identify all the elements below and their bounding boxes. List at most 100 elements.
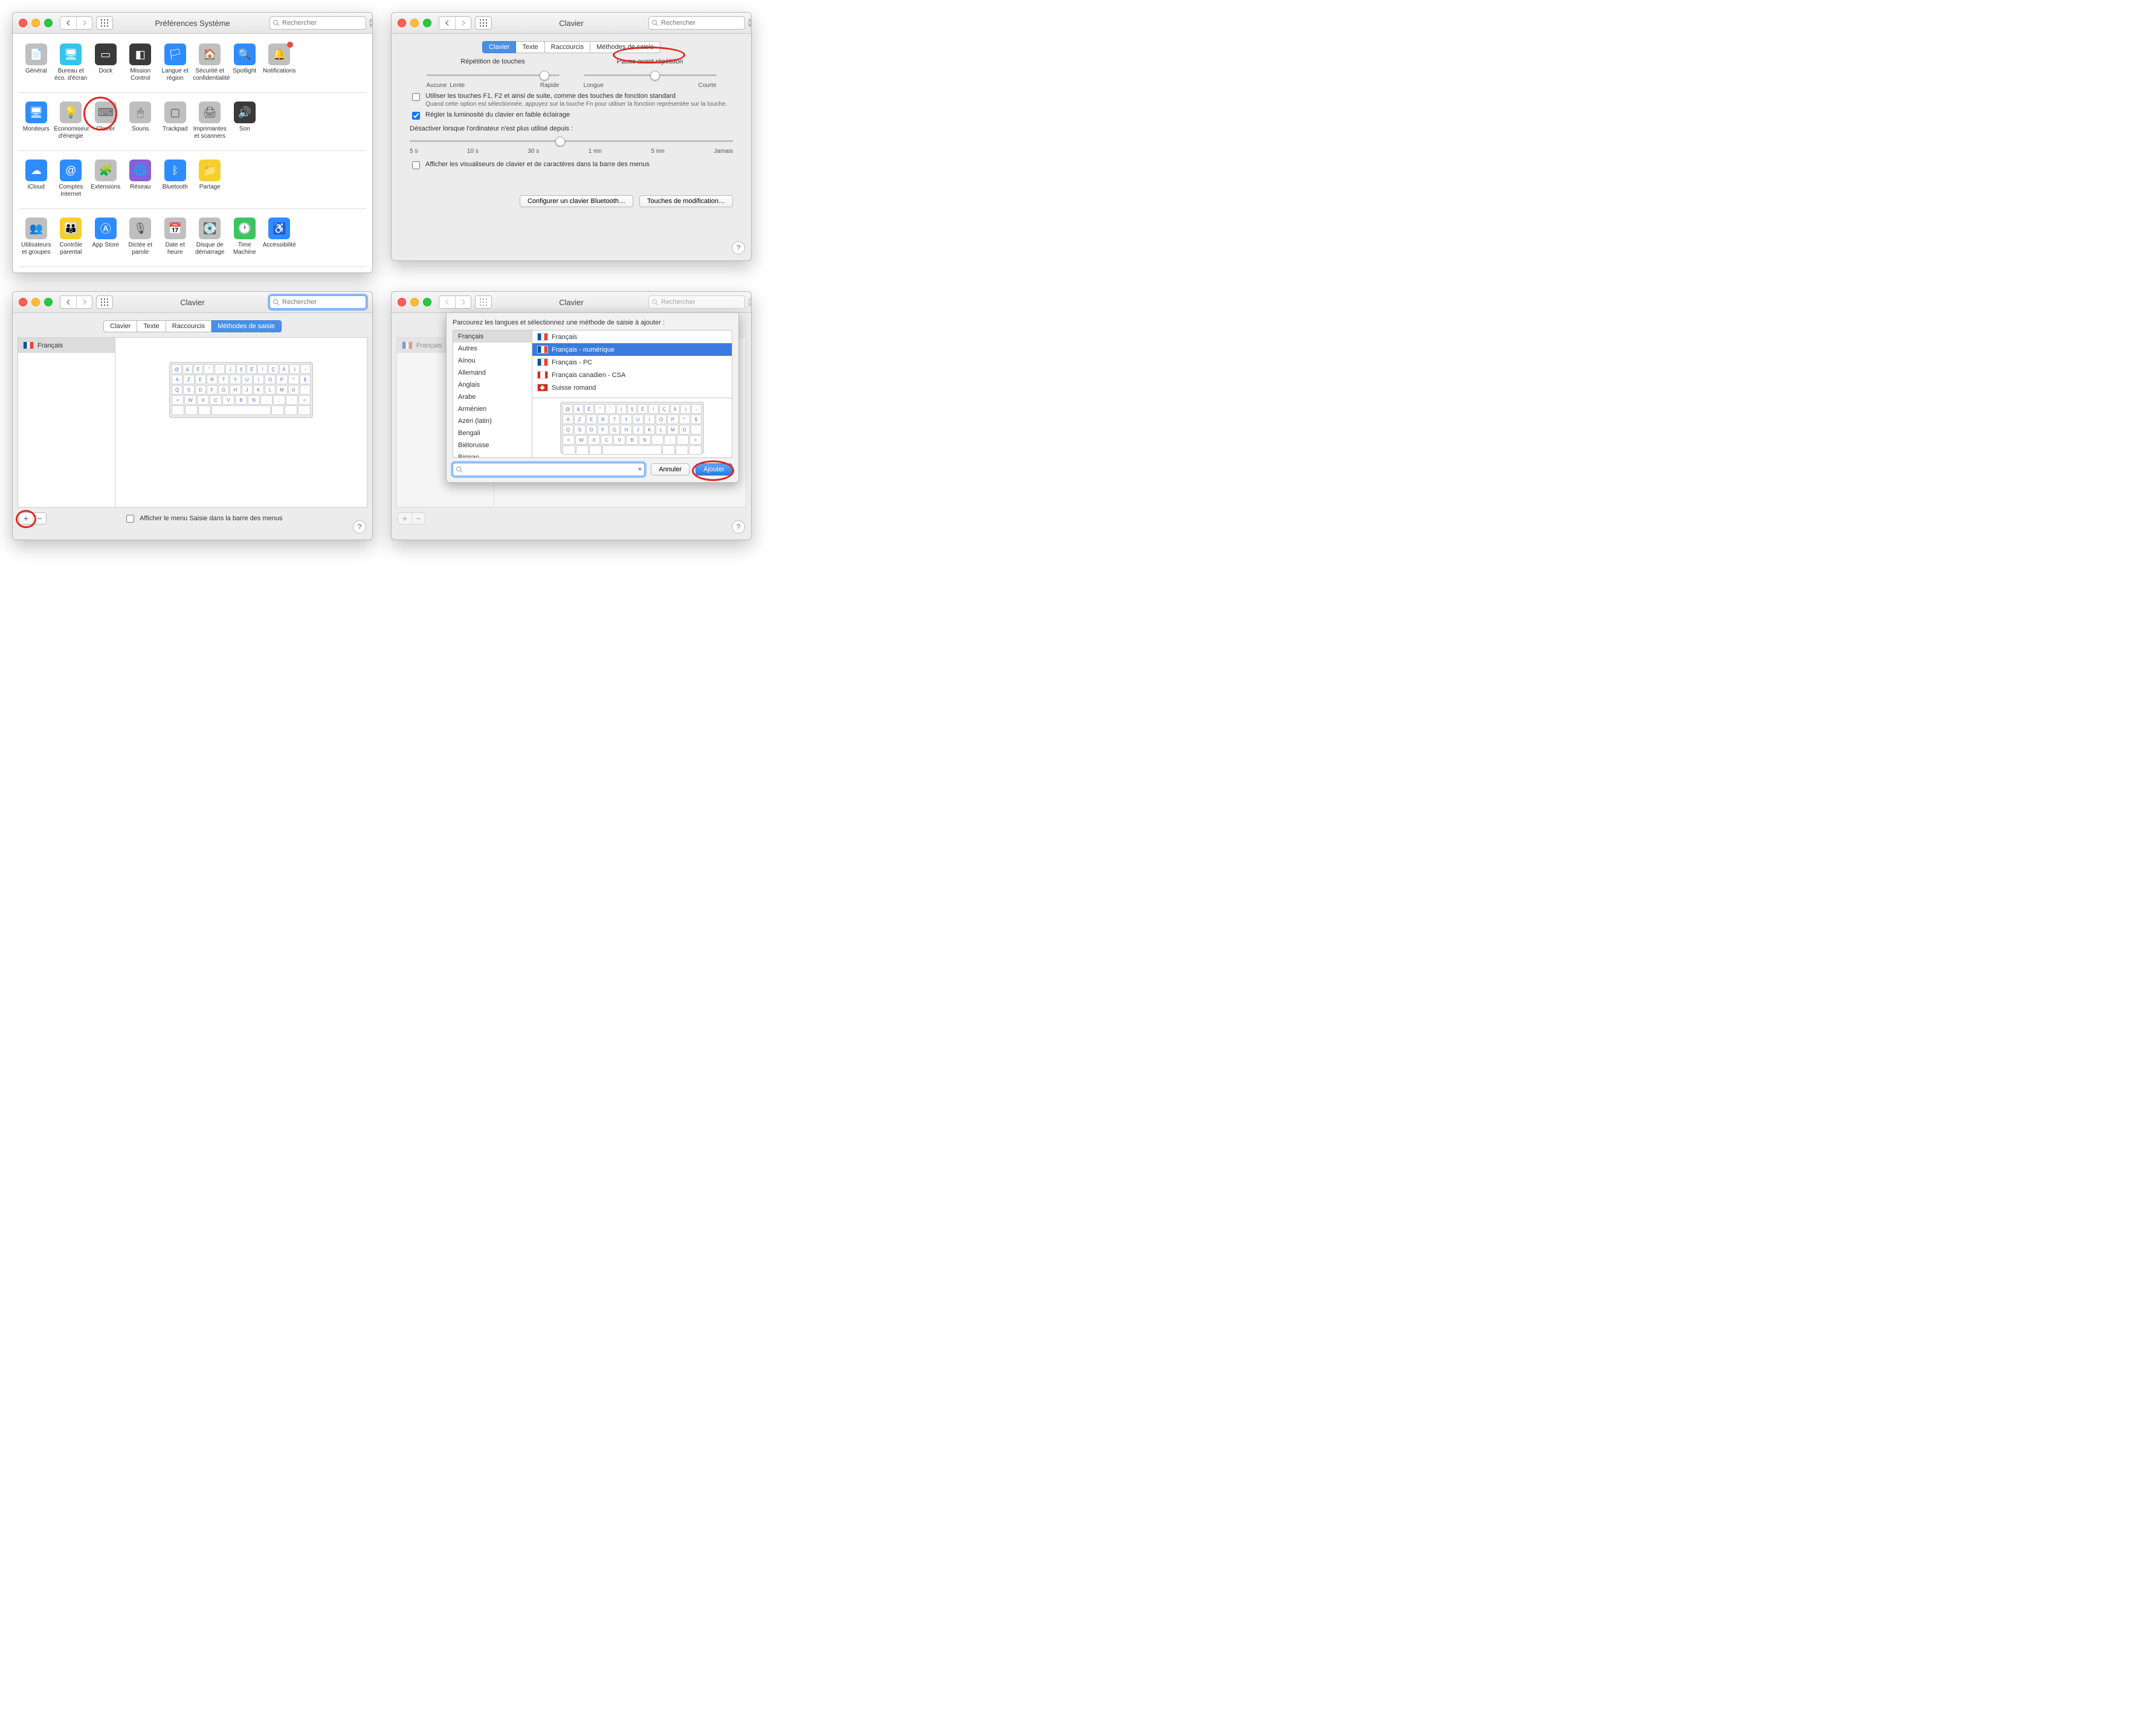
- pref-pane-icloud[interactable]: ☁iCloud: [19, 157, 54, 202]
- back-button[interactable]: [60, 296, 76, 308]
- forward-button[interactable]: [455, 296, 471, 308]
- show-input-menu-checkbox[interactable]: [126, 515, 134, 523]
- search-field[interactable]: ×: [270, 16, 366, 30]
- configure-bluetooth-keyboard-button[interactable]: Configurer un clavier Bluetooth…: [520, 195, 633, 207]
- language-item[interactable]: Allemand: [453, 367, 532, 379]
- zoom-button[interactable]: [423, 19, 431, 27]
- pref-pane-sound[interactable]: 🔊Son: [227, 99, 262, 144]
- minimize-button[interactable]: [410, 19, 419, 27]
- pref-pane-extensions[interactable]: 🧩Extensions: [88, 157, 123, 202]
- tab-méthodes-de-saisie[interactable]: Méthodes de saisie: [590, 41, 660, 53]
- pref-pane-timemachine[interactable]: 🕐Time Machine: [227, 215, 262, 260]
- tab-méthodes-de-saisie[interactable]: Méthodes de saisie: [211, 320, 282, 332]
- key-repeat-slider[interactable]: [427, 69, 560, 81]
- sheet-search-field[interactable]: ×: [453, 463, 645, 476]
- pref-pane-notifications[interactable]: 🔔Notifications: [262, 41, 297, 86]
- input-method-item[interactable]: Suisse romand: [532, 381, 732, 394]
- forward-button[interactable]: [76, 17, 92, 29]
- input-source-list[interactable]: Français: [18, 338, 115, 507]
- pref-pane-network[interactable]: 🌐Réseau: [123, 157, 158, 202]
- pref-pane-users[interactable]: 👥Utilisateurs et groupes: [19, 215, 54, 260]
- clear-icon[interactable]: ×: [638, 466, 642, 473]
- add-button[interactable]: Ajouter: [696, 463, 732, 476]
- pref-pane-accounts[interactable]: @Comptes Internet: [54, 157, 89, 202]
- language-item[interactable]: Birman: [453, 451, 532, 457]
- input-method-item[interactable]: Français - PC: [532, 356, 732, 369]
- language-item[interactable]: Bengali: [453, 427, 532, 439]
- pref-pane-printers[interactable]: 🖨Imprimantes et scanners: [193, 99, 228, 144]
- language-item[interactable]: Arménien: [453, 403, 532, 415]
- pref-pane-datetime[interactable]: 📅Date et heure: [158, 215, 193, 260]
- minimize-button[interactable]: [31, 19, 40, 27]
- input-method-list[interactable]: FrançaisFrançais - numériqueFrançais - P…: [532, 331, 732, 398]
- language-list[interactable]: FrançaisAutresAïnouAllemandAnglaisArabeA…: [453, 331, 532, 457]
- sheet-search-input[interactable]: [463, 465, 638, 474]
- forward-button[interactable]: [76, 296, 92, 308]
- pref-pane-language[interactable]: 🏳Langue et région: [158, 41, 193, 86]
- tab-texte[interactable]: Texte: [516, 41, 544, 53]
- close-button[interactable]: [398, 298, 406, 306]
- pref-pane-appstore[interactable]: ⒶApp Store: [88, 215, 123, 260]
- tab-raccourcis[interactable]: Raccourcis: [166, 320, 211, 332]
- delay-repeat-slider[interactable]: [584, 69, 717, 81]
- back-button[interactable]: [60, 17, 76, 29]
- show-keyboard-viewers-checkbox[interactable]: [412, 161, 420, 169]
- zoom-button[interactable]: [44, 19, 53, 27]
- pref-pane-energy[interactable]: 💡Économiseur d'énergie: [54, 99, 89, 144]
- language-item[interactable]: Autres: [453, 343, 532, 355]
- pref-pane-dictation[interactable]: 🎙Dictée et parole: [123, 215, 158, 260]
- keyboard-brightness-checkbox[interactable]: [412, 112, 420, 120]
- show-all-button[interactable]: [475, 16, 492, 30]
- search-input[interactable]: [280, 19, 369, 27]
- pref-pane-accessibility[interactable]: ♿Accessibilité: [262, 215, 297, 260]
- minimize-button[interactable]: [410, 298, 419, 306]
- add-input-source-button[interactable]: +: [19, 513, 33, 524]
- forward-button[interactable]: [455, 17, 471, 29]
- language-item[interactable]: Français: [453, 331, 532, 343]
- language-item[interactable]: Arabe: [453, 391, 532, 403]
- back-button[interactable]: [439, 296, 455, 308]
- pref-pane-sharing[interactable]: 📁Partage: [193, 157, 228, 202]
- language-item[interactable]: Biélorusse: [453, 439, 532, 451]
- show-all-button[interactable]: [96, 295, 113, 309]
- search-input[interactable]: [280, 298, 369, 306]
- close-button[interactable]: [398, 19, 406, 27]
- minimize-button[interactable]: [31, 298, 40, 306]
- tab-clavier[interactable]: Clavier: [482, 41, 516, 53]
- clear-icon[interactable]: ×: [748, 19, 752, 27]
- pref-pane-parental[interactable]: 👪Contrôle parental: [54, 215, 89, 260]
- pref-pane-mission[interactable]: ◧Mission Control: [123, 41, 158, 86]
- pref-pane-general[interactable]: 📄Général: [19, 41, 54, 86]
- modifier-keys-button[interactable]: Touches de modification…: [639, 195, 733, 207]
- back-button[interactable]: [439, 17, 455, 29]
- turn-off-slider[interactable]: [410, 135, 733, 147]
- tab-raccourcis[interactable]: Raccourcis: [545, 41, 590, 53]
- search-input[interactable]: [659, 19, 748, 27]
- pref-pane-mouse[interactable]: 🖱Souris: [123, 99, 158, 144]
- search-field[interactable]: [270, 295, 366, 309]
- input-method-item[interactable]: Français - numérique: [532, 343, 732, 356]
- clear-icon[interactable]: ×: [369, 19, 373, 27]
- remove-input-source-button[interactable]: −: [33, 513, 46, 524]
- tab-clavier[interactable]: Clavier: [103, 320, 137, 332]
- tab-texte[interactable]: Texte: [137, 320, 166, 332]
- help-button[interactable]: ?: [732, 241, 745, 254]
- cancel-button[interactable]: Annuler: [651, 463, 689, 476]
- language-item[interactable]: Azéri (latin): [453, 415, 532, 427]
- pref-pane-spotlight[interactable]: 🔍Spotlight: [227, 41, 262, 86]
- pref-pane-startup[interactable]: 💽Disque de démarrage: [193, 215, 228, 260]
- pref-pane-keyboard[interactable]: ⌨Clavier: [88, 99, 123, 144]
- help-button[interactable]: ?: [353, 520, 366, 534]
- language-item[interactable]: Aïnou: [453, 355, 532, 367]
- close-button[interactable]: [19, 298, 27, 306]
- pref-pane-bluetooth[interactable]: ᛒBluetooth: [158, 157, 193, 202]
- input-method-item[interactable]: Français: [532, 331, 732, 343]
- zoom-button[interactable]: [44, 298, 53, 306]
- fn-keys-checkbox[interactable]: [412, 93, 420, 101]
- pref-pane-dock[interactable]: ▭Dock: [88, 41, 123, 86]
- pref-pane-displays[interactable]: 🖥Moniteurs: [19, 99, 54, 144]
- language-item[interactable]: Anglais: [453, 379, 532, 391]
- input-method-item[interactable]: Français canadien - CSA: [532, 369, 732, 381]
- search-field[interactable]: ×: [648, 16, 745, 30]
- close-button[interactable]: [19, 19, 27, 27]
